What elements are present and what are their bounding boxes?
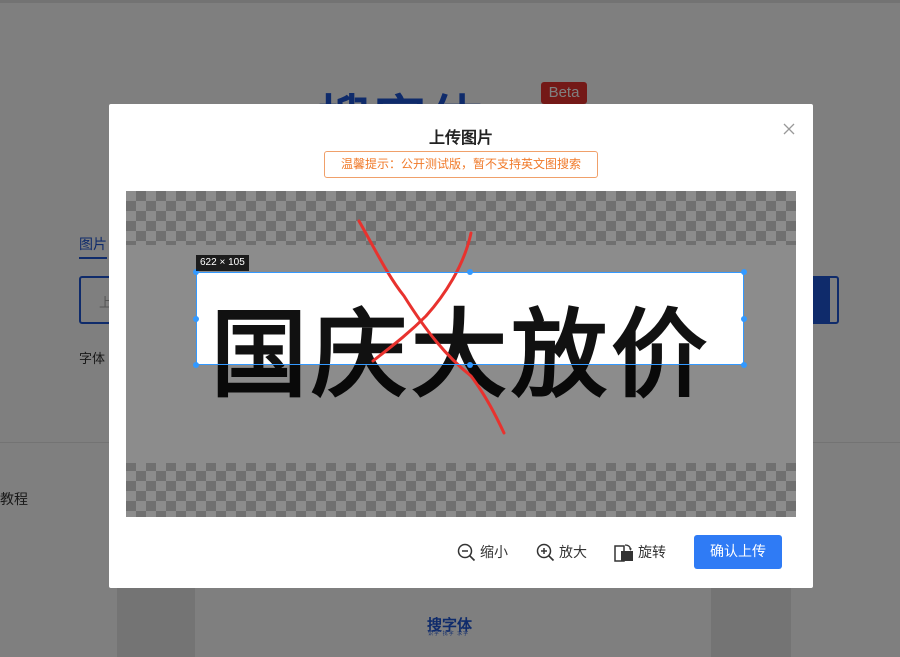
crop-size-label: 622 × 105 <box>196 255 249 271</box>
rotate-button[interactable]: 旋转 <box>614 541 666 563</box>
zoom-in-button[interactable]: 放大 <box>536 541 587 563</box>
notice-banner: 温馨提示：公开测试版，暂不支持英文图搜索 <box>324 151 598 178</box>
crop-handle-n[interactable] <box>467 269 473 275</box>
crop-handle-e[interactable] <box>741 316 747 322</box>
zoom-in-label: 放大 <box>559 545 587 561</box>
zoom-in-icon <box>536 543 555 561</box>
close-icon[interactable] <box>782 121 796 135</box>
rotate-icon <box>614 543 633 562</box>
rotate-label: 旋转 <box>638 545 666 561</box>
crop-box[interactable] <box>196 272 744 365</box>
crop-handle-s[interactable] <box>467 362 473 368</box>
crop-handle-w[interactable] <box>193 316 199 322</box>
crop-canvas[interactable]: 国庆大放价 622 × 105 <box>126 191 796 517</box>
zoom-out-label: 缩小 <box>480 545 508 561</box>
confirm-upload-button[interactable]: 确认上传 <box>694 535 782 569</box>
upload-modal: 上传图片 温馨提示：公开测试版，暂不支持英文图搜索 国庆大放价 622 × 10… <box>109 104 813 588</box>
zoom-out-icon <box>457 543 476 561</box>
modal-title: 上传图片 <box>428 128 493 147</box>
crop-handle-se[interactable] <box>741 362 747 368</box>
crop-handle-ne[interactable] <box>741 269 747 275</box>
zoom-out-button[interactable]: 缩小 <box>457 541 508 563</box>
crop-handle-sw[interactable] <box>193 362 199 368</box>
